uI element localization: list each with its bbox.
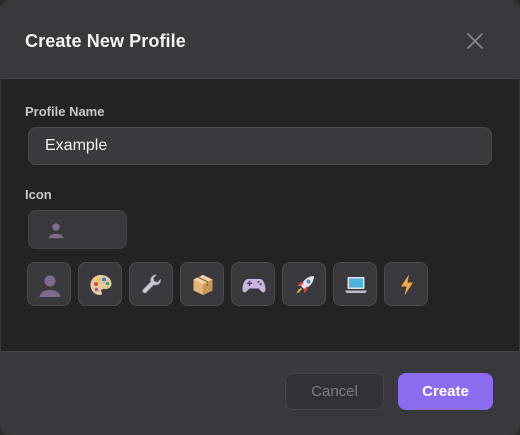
icon-option-person[interactable] (27, 262, 71, 306)
icon-option-wrench[interactable] (129, 262, 173, 306)
artist-palette-icon (90, 275, 112, 295)
person-silhouette-icon (39, 275, 61, 297)
icon-option-game[interactable] (231, 262, 275, 306)
icon-option-lightning[interactable] (384, 262, 428, 306)
dialog-header: Create New Profile (1, 1, 519, 79)
cancel-button[interactable]: Cancel (285, 373, 384, 410)
person-silhouette-icon (48, 223, 64, 239)
icon-option-laptop[interactable] (333, 262, 377, 306)
lightning-bolt-icon (401, 274, 413, 296)
profile-name-label: Profile Name (25, 104, 105, 119)
icon-label: Icon (25, 187, 52, 202)
profile-name-input[interactable] (28, 127, 492, 165)
create-profile-dialog: Create New Profile Profile Name Icon (0, 0, 520, 435)
icon-select-dropdown[interactable] (28, 210, 127, 249)
dialog-body: Profile Name Icon (1, 79, 519, 353)
icon-option-rocket[interactable] (282, 262, 326, 306)
rocket-icon (296, 276, 314, 294)
close-icon[interactable] (465, 31, 485, 51)
dialog-title: Create New Profile (25, 31, 186, 51)
laptop-icon (345, 277, 367, 293)
icon-option-palette[interactable] (78, 262, 122, 306)
game-controller-icon (242, 279, 266, 293)
wrench-icon (142, 274, 161, 294)
create-button[interactable]: Create (398, 373, 493, 410)
icon-option-package[interactable] (180, 262, 224, 306)
package-box-icon (193, 275, 213, 295)
dialog-footer: Cancel Create (1, 351, 519, 434)
